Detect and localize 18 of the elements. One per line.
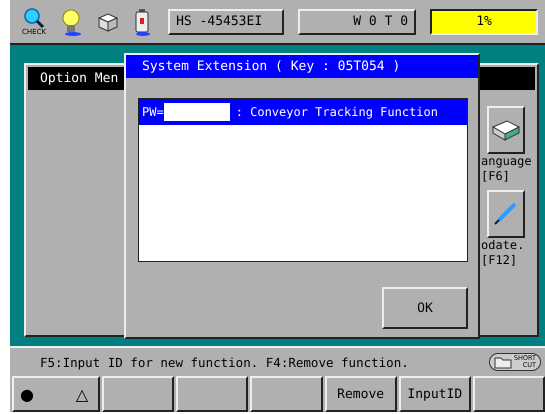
option-label: odate.	[481, 238, 524, 253]
function-key[interactable]: Remove	[324, 376, 397, 412]
ok-button[interactable]: OK	[382, 287, 468, 329]
status-display: W 0 T 0	[298, 8, 416, 34]
function-key[interactable]: ● △	[12, 376, 100, 412]
function-name: : Conveyor Tracking Function	[236, 105, 438, 119]
option-label: anguage	[481, 154, 532, 169]
robot-id-display: HS -45453EI	[168, 8, 284, 34]
dialog-title: System Extension ( Key : 05T054 )	[126, 55, 478, 78]
password-label: PW=	[142, 105, 164, 119]
shortcut-key-label: [F6]	[481, 169, 510, 184]
shortcut-key-label: [F12]	[481, 253, 518, 268]
function-row[interactable]: PW= : Conveyor Tracking Function	[139, 99, 467, 125]
status-message: F5:Input ID for new function. F4:Remove function.	[40, 354, 410, 370]
progress-display: 1%	[430, 8, 538, 34]
key-symbol: △	[76, 384, 88, 404]
function-key[interactable]: InputID	[398, 376, 471, 412]
key-symbol: ●	[20, 384, 34, 404]
